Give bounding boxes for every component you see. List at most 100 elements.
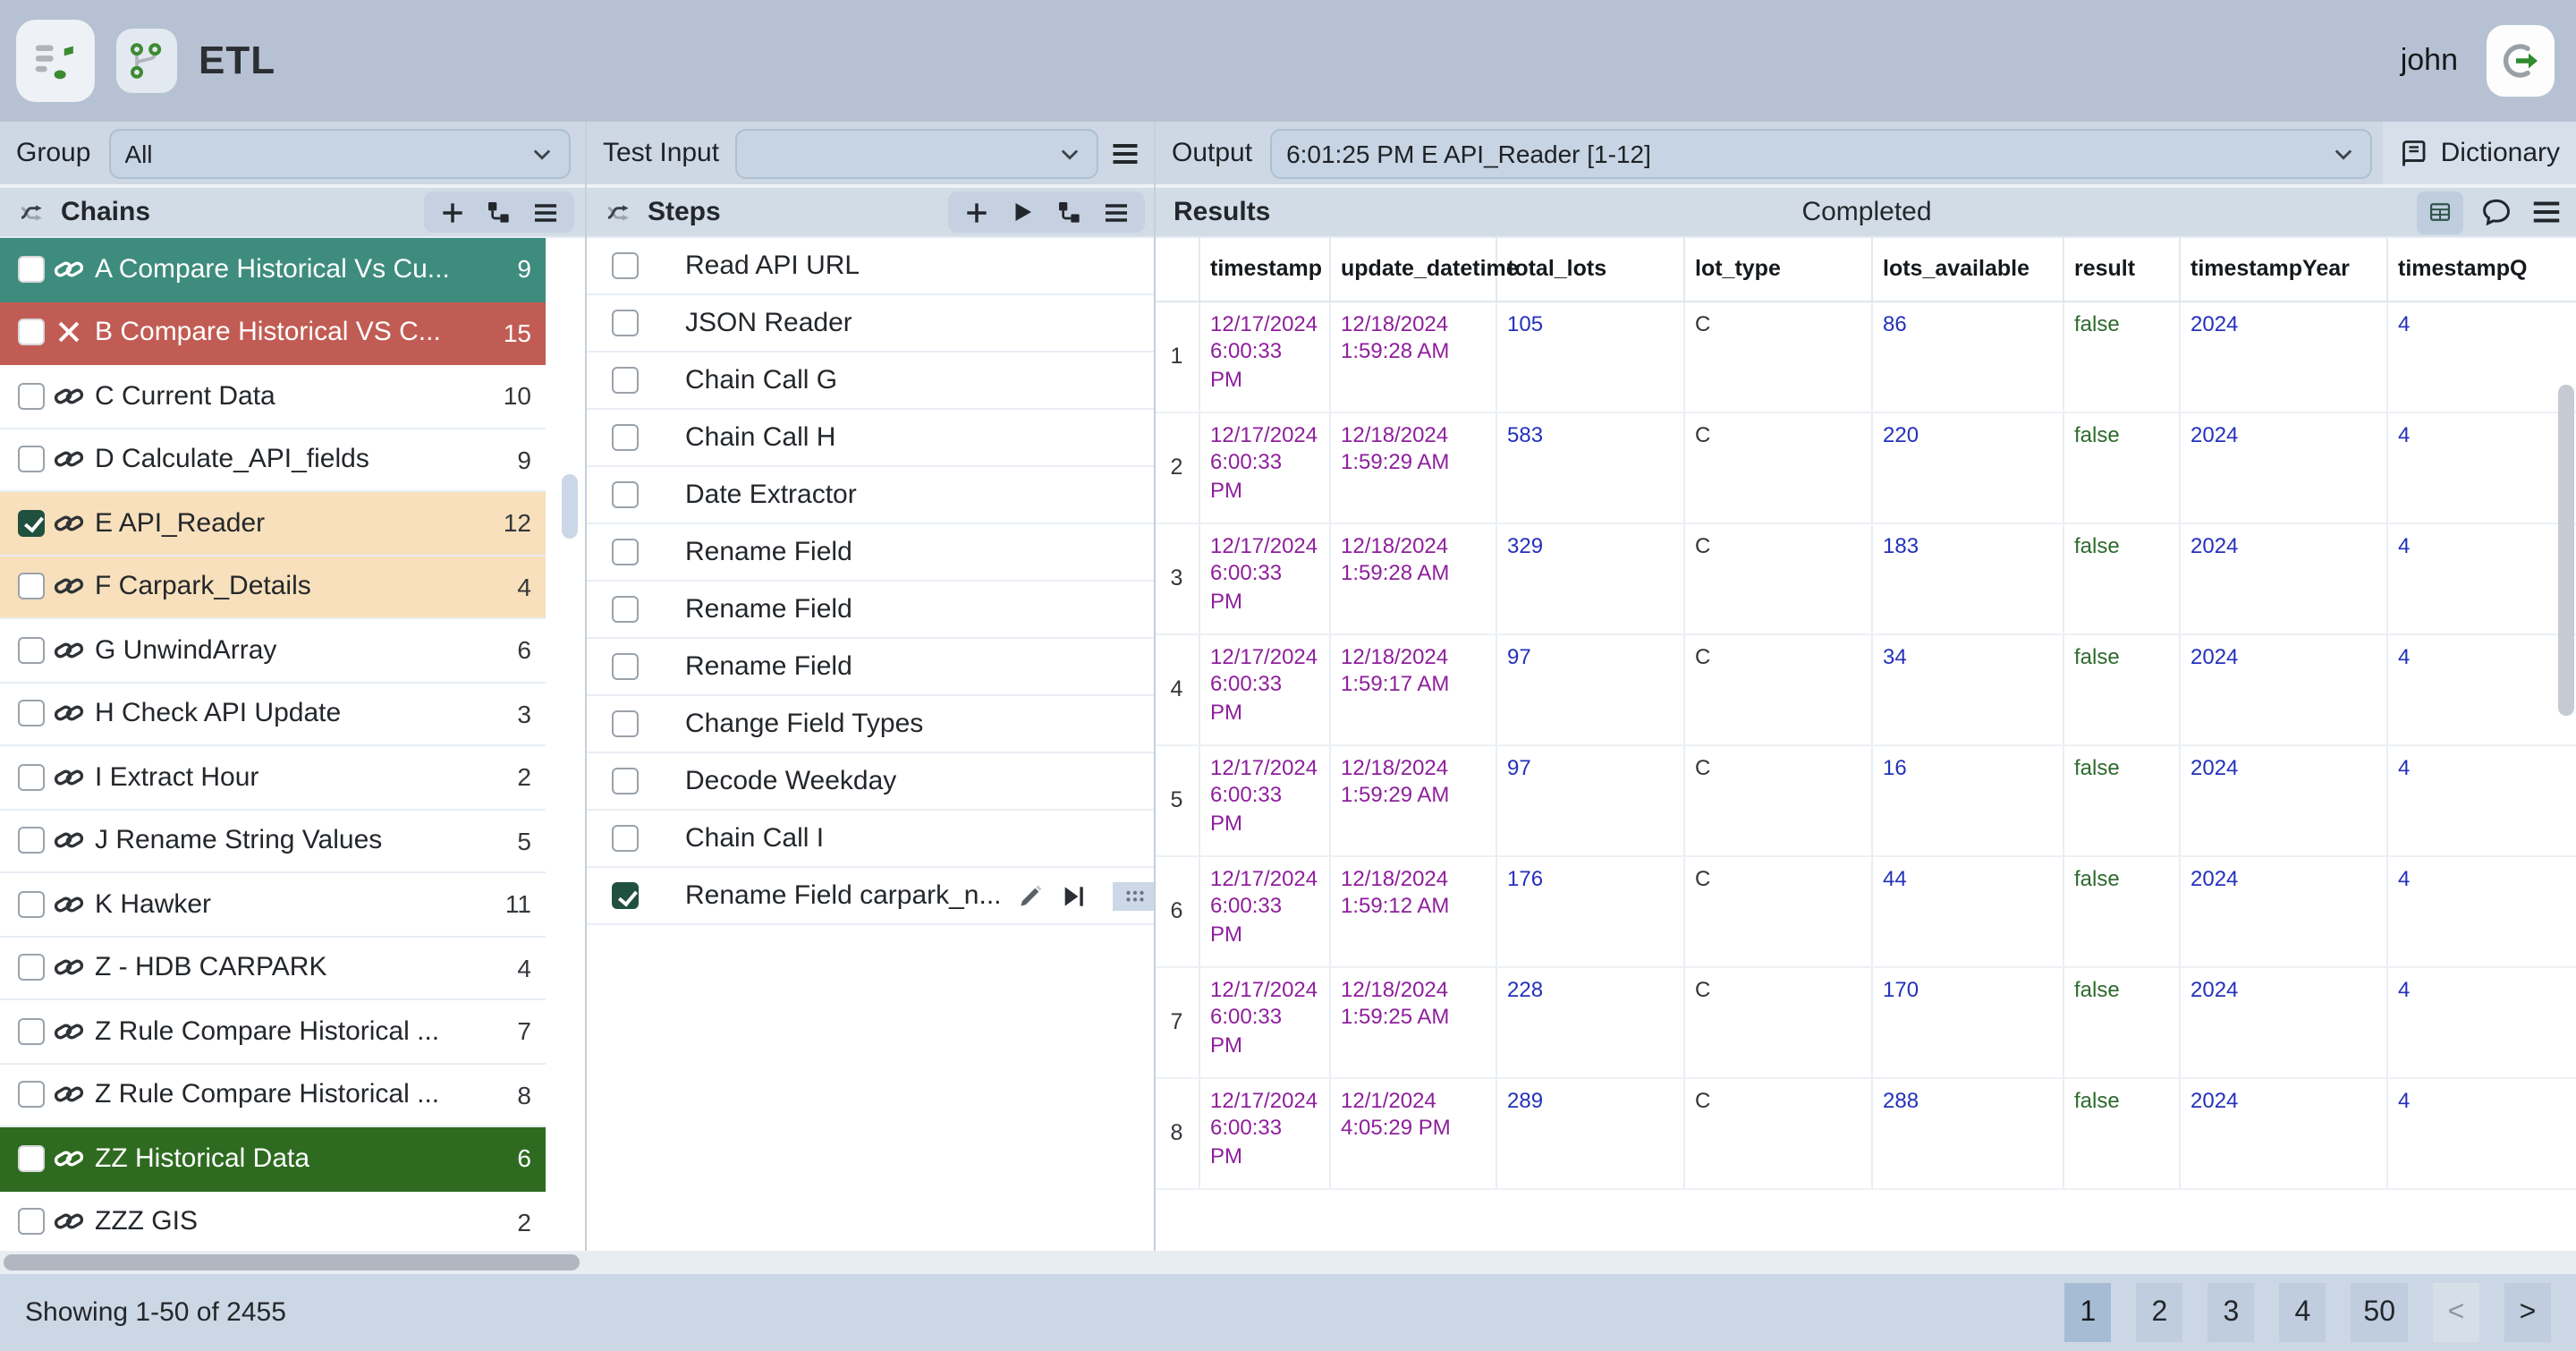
chain-row[interactable]: C Current Data 10: [0, 365, 546, 429]
step-tree-view-button[interactable]: [1055, 198, 1084, 226]
add-step-button[interactable]: [962, 198, 991, 226]
results-menu-button[interactable]: [2529, 195, 2563, 229]
run-to-step-button[interactable]: [1059, 881, 1088, 910]
chain-row[interactable]: Z - HDB CARPARK 4: [0, 937, 546, 1000]
chain-row[interactable]: ZZ Historical Data 6: [0, 1127, 546, 1191]
column-header[interactable]: update_datetime: [1329, 238, 1496, 301]
chain-checkbox[interactable]: [18, 828, 45, 854]
step-checkbox[interactable]: [612, 653, 639, 680]
step-checkbox[interactable]: [612, 252, 639, 279]
horizontal-scrollb​ar-track[interactable]: [0, 1251, 2576, 1274]
step-checkbox[interactable]: [612, 596, 639, 623]
chain-checkbox[interactable]: [18, 319, 45, 346]
step-row[interactable]: JSON Reader: [587, 295, 1156, 353]
chain-checkbox[interactable]: [18, 1082, 45, 1109]
chain-checkbox[interactable]: [18, 764, 45, 791]
column-header[interactable]: timestampYear: [2179, 238, 2386, 301]
table-row[interactable]: 4 12/17/2024 6:00:33 PM 12/18/2024 1:59:…: [1156, 633, 2576, 744]
chain-checkbox[interactable]: [18, 955, 45, 981]
chain-row[interactable]: Z Rule Compare Historical ... 8: [0, 1064, 546, 1127]
steps-menu-button[interactable]: [1102, 198, 1131, 226]
chain-row[interactable]: F Carpark_Details 4: [0, 556, 546, 619]
step-checkbox[interactable]: [612, 367, 639, 394]
step-checkbox[interactable]: [612, 424, 639, 451]
comments-button[interactable]: [2479, 195, 2513, 229]
edit-step-button[interactable]: [1016, 881, 1045, 910]
table-row[interactable]: 5 12/17/2024 6:00:33 PM 12/18/2024 1:59:…: [1156, 744, 2576, 855]
step-row[interactable]: Chain Call H: [587, 410, 1156, 467]
step-row[interactable]: Rename Field carpark_n...: [587, 868, 1156, 925]
group-select[interactable]: All: [108, 128, 571, 178]
table-view-button[interactable]: [2417, 191, 2463, 234]
step-row[interactable]: Change Field Types: [587, 696, 1156, 753]
chain-checkbox[interactable]: [18, 574, 45, 600]
step-checkbox[interactable]: [612, 768, 639, 794]
page-button[interactable]: 2: [2136, 1283, 2182, 1342]
step-checkbox[interactable]: [612, 481, 639, 508]
step-checkbox[interactable]: [612, 310, 639, 336]
column-header[interactable]: lot_type: [1683, 238, 1871, 301]
page-button[interactable]: 4: [2279, 1283, 2326, 1342]
chain-row[interactable]: Z Rule Compare Historical ... 7: [0, 1000, 546, 1064]
chain-checkbox[interactable]: [18, 256, 45, 283]
test-input-select[interactable]: [735, 128, 1098, 178]
page-button[interactable]: 50: [2351, 1283, 2408, 1342]
page-button[interactable]: 3: [2207, 1283, 2254, 1342]
chain-checkbox[interactable]: [18, 637, 45, 664]
step-row[interactable]: Date Extractor: [587, 467, 1156, 524]
chain-checkbox[interactable]: [18, 891, 45, 918]
step-checkbox[interactable]: [612, 539, 639, 565]
column-header[interactable]: lots_available: [1871, 238, 2063, 301]
chain-row[interactable]: A Compare Historical Vs Cu... 9: [0, 238, 546, 302]
chain-row[interactable]: H Check API Update 3: [0, 683, 546, 746]
chain-checkbox[interactable]: [18, 1145, 45, 1172]
page-button[interactable]: 1: [2064, 1283, 2111, 1342]
table-row[interactable]: 8 12/17/2024 6:00:33 PM 12/1/2024 4:05:2…: [1156, 1077, 2576, 1188]
results-scrollbar-thumb[interactable]: [2558, 385, 2574, 716]
chain-checkbox[interactable]: [18, 1018, 45, 1045]
step-checkbox[interactable]: [612, 825, 639, 852]
chain-row[interactable]: ZZZ GIS 2: [0, 1191, 546, 1254]
chain-row[interactable]: K Hawker 11: [0, 873, 546, 937]
output-select[interactable]: 6:01:25 PM E API_Reader [1-12]: [1270, 128, 2373, 178]
step-checkbox[interactable]: [612, 710, 639, 737]
table-row[interactable]: 1 12/17/2024 6:00:33 PM 12/18/2024 1:59:…: [1156, 301, 2576, 412]
column-header[interactable]: total_lots: [1496, 238, 1683, 301]
table-row[interactable]: 2 12/17/2024 6:00:33 PM 12/18/2024 1:59:…: [1156, 412, 2576, 523]
table-row[interactable]: 3 12/17/2024 6:00:33 PM 12/18/2024 1:59:…: [1156, 523, 2576, 633]
column-header[interactable]: result: [2063, 238, 2179, 301]
horizontal-scrollbar-thumb[interactable]: [4, 1254, 580, 1270]
step-row[interactable]: Rename Field: [587, 582, 1156, 639]
chain-checkbox[interactable]: [18, 1209, 45, 1236]
chain-row[interactable]: G UnwindArray 6: [0, 619, 546, 683]
app-logo-button[interactable]: [16, 20, 95, 102]
chain-checkbox[interactable]: [18, 383, 45, 410]
step-row[interactable]: Chain Call G: [587, 353, 1156, 410]
step-row[interactable]: Chain Call I: [587, 811, 1156, 868]
step-row[interactable]: Rename Field: [587, 524, 1156, 582]
run-steps-button[interactable]: [1009, 198, 1038, 226]
chains-menu-button[interactable]: [531, 198, 560, 226]
chain-row[interactable]: J Rename String Values 5: [0, 810, 546, 873]
table-row[interactable]: 7 12/17/2024 6:00:33 PM 12/18/2024 1:59:…: [1156, 966, 2576, 1077]
column-header[interactable]: timestamp: [1199, 238, 1329, 301]
add-chain-button[interactable]: [438, 198, 467, 226]
test-input-menu-button[interactable]: [1109, 137, 1141, 169]
prev-page-button[interactable]: <: [2433, 1283, 2479, 1342]
chains-scrollbar-thumb[interactable]: [562, 474, 578, 539]
step-row[interactable]: Decode Weekday: [587, 753, 1156, 811]
chain-tree-view-button[interactable]: [485, 198, 513, 226]
next-page-button[interactable]: >: [2504, 1283, 2551, 1342]
chain-row[interactable]: D Calculate_API_fields 9: [0, 429, 546, 492]
logout-button[interactable]: [2487, 25, 2555, 97]
flow-branch-button[interactable]: [116, 29, 177, 93]
step-drag-handle[interactable]: [1113, 881, 1156, 910]
chain-checkbox[interactable]: [18, 701, 45, 727]
step-row[interactable]: Rename Field: [587, 639, 1156, 696]
chain-row[interactable]: B Compare Historical VS C... 15: [0, 302, 546, 365]
column-header[interactable]: timestampQ: [2386, 238, 2576, 301]
chain-checkbox[interactable]: [18, 510, 45, 537]
chain-checkbox[interactable]: [18, 446, 45, 473]
step-checkbox[interactable]: [612, 882, 639, 909]
chain-row[interactable]: E API_Reader 12: [0, 492, 546, 556]
